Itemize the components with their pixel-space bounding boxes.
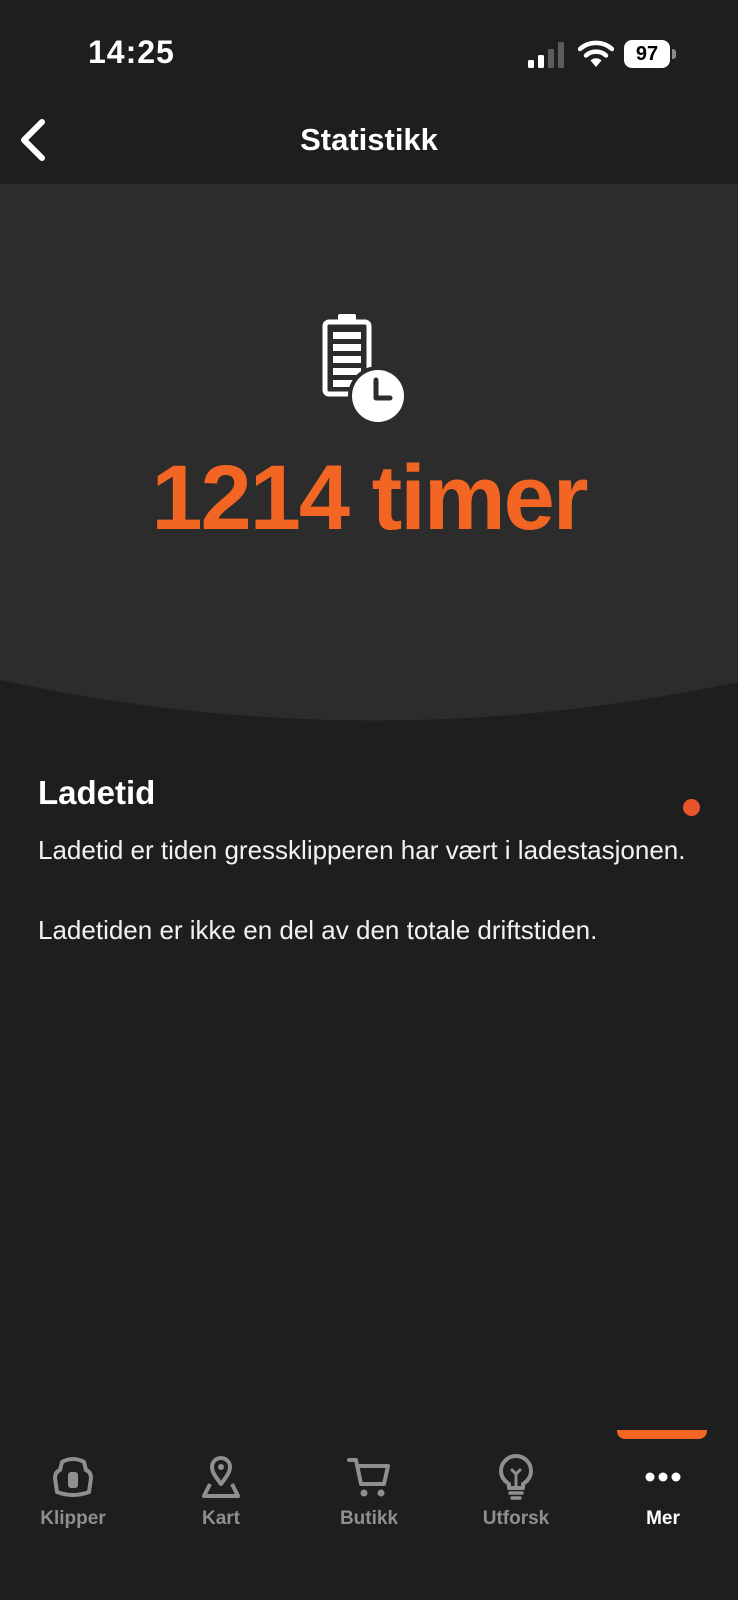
mower-icon [53,1457,93,1497]
status-time: 14:25 [88,34,175,70]
nav-label: Kart [201,1508,240,1529]
info-paragraph: Ladetid er tiden gressklipperen har vært… [38,835,686,865]
charging-hours-value: 1214 timer [151,447,588,549]
status-bar: 14:25 97 [0,0,738,100]
nav-label: Utforsk [482,1508,550,1529]
nav-item-mer[interactable]: Mer [603,1454,723,1554]
nav-label: Butikk [339,1508,399,1529]
wifi-icon [578,40,614,67]
info-paragraph: Ladetiden er ikke en del av den totale d… [38,915,598,945]
bottom-navigation: Klipper Kart Butikk Utforsk Mer [0,1420,738,1600]
nav-item-klipper[interactable]: Klipper [13,1454,133,1554]
cart-icon [347,1458,390,1497]
cellular-signal-icon [528,42,564,68]
statistics-screen: 14:25 97 Statistikk 1214 timer Ladetid L… [0,0,738,1600]
battery-status-icon: 97 [624,40,676,68]
battery-level: 97 [624,40,670,68]
hero-panel: 1214 timer [0,184,738,730]
notification-dot [683,799,700,816]
header: Statistikk [0,100,738,184]
nav-label: Klipper [40,1508,106,1529]
active-tab-indicator [617,1430,707,1439]
section-title: Ladetid [38,774,156,811]
map-pin-icon [202,1456,240,1498]
nav-item-kart[interactable]: Kart [161,1454,281,1554]
page-title: Statistikk [300,122,438,157]
lightbulb-icon [499,1454,533,1500]
nav-item-utforsk[interactable]: Utforsk [456,1454,576,1554]
nav-item-butikk[interactable]: Butikk [309,1454,429,1554]
battery-clock-icon [322,314,408,426]
more-dots-icon [645,1472,681,1482]
nav-label: Mer [646,1508,680,1529]
